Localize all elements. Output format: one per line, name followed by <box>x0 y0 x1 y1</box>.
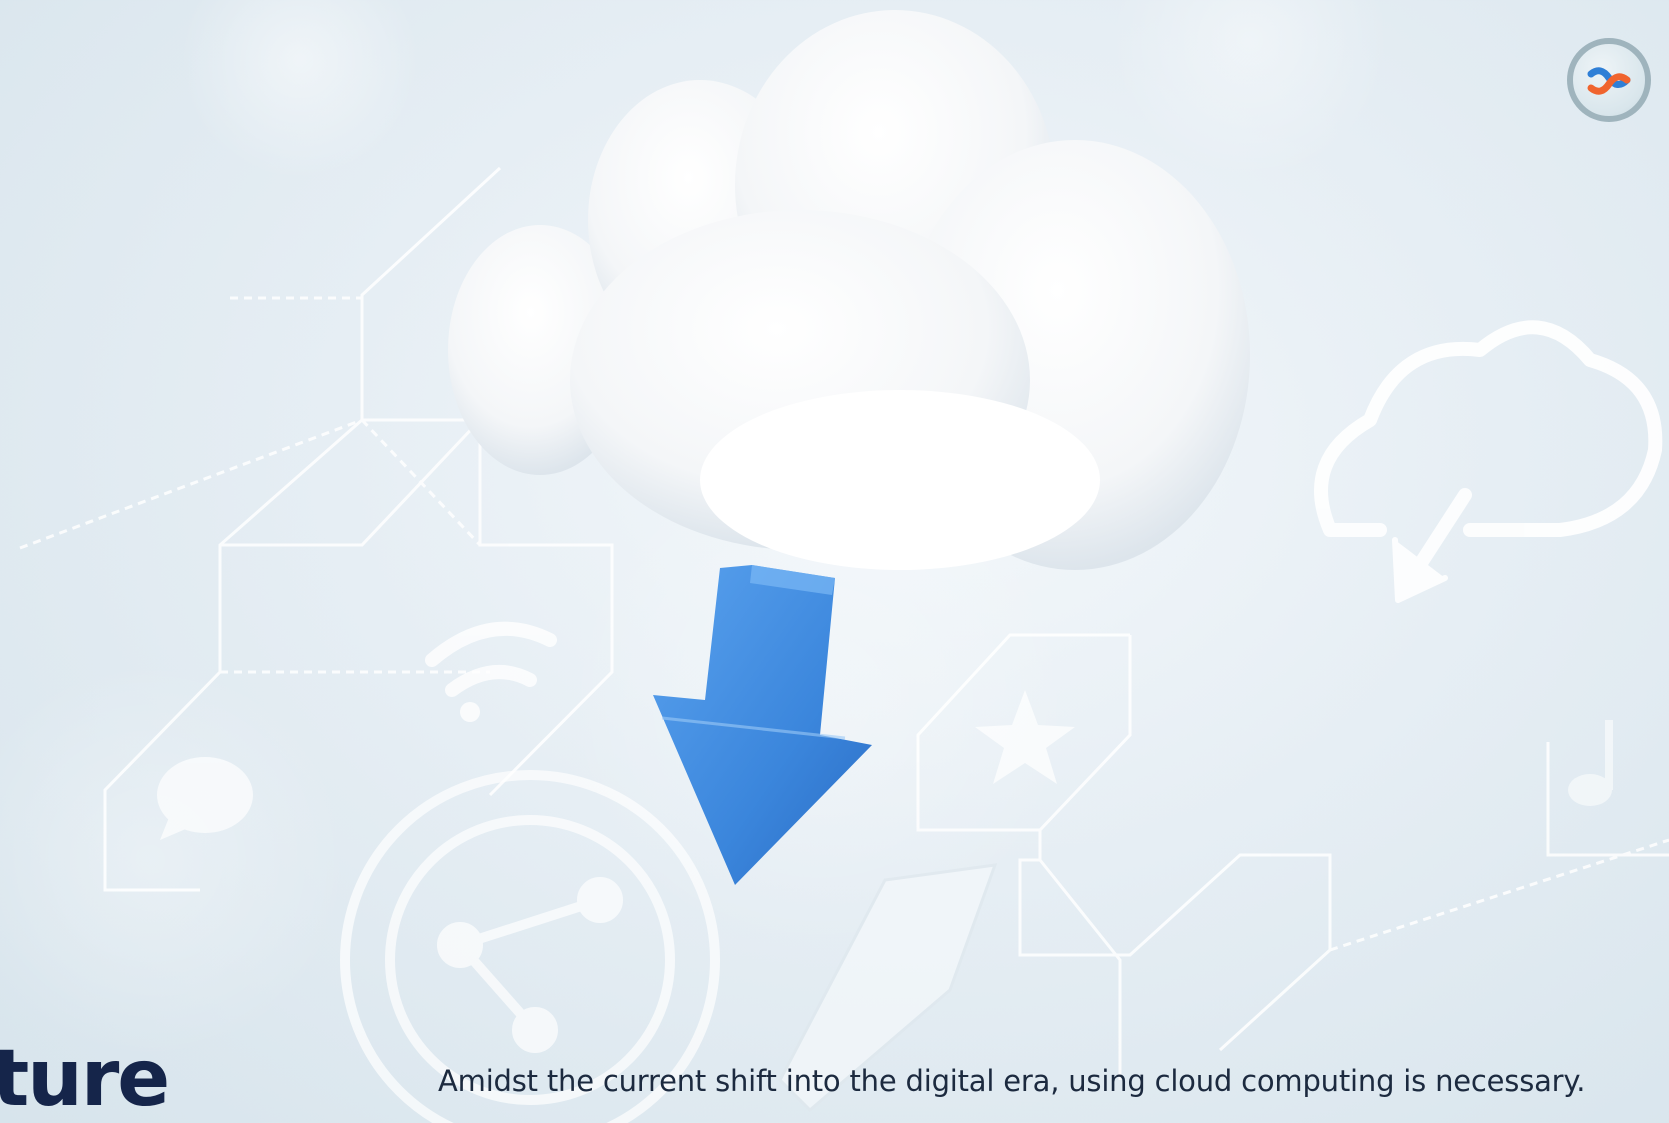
wifi-icon <box>425 621 557 722</box>
slide-caption: Amidst the current shift into the digita… <box>438 1064 1586 1098</box>
music-icon <box>1568 720 1613 806</box>
brand-logo-icon <box>1587 67 1631 95</box>
cloud-download-outline-icon <box>1314 320 1663 603</box>
slide: ture Amidst the current shift into the d… <box>0 0 1669 1123</box>
cloud-network-illustration <box>0 0 1669 1123</box>
slide-heading-fragment: ture <box>0 1034 170 1123</box>
brand-logo-badge[interactable] <box>1567 38 1651 122</box>
